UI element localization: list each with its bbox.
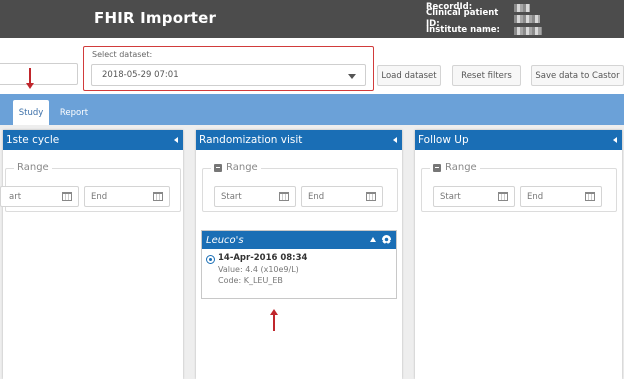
collapse-icon[interactable] [393,137,397,143]
calendar-icon[interactable] [279,192,289,201]
range-label: Range [226,162,258,173]
tab-report[interactable]: Report [55,100,93,125]
redacted-value [514,3,530,12]
panel-header: Follow Up [415,130,622,150]
range-end-input[interactable]: End [301,186,383,207]
range-end-input[interactable]: End [520,186,602,207]
range-start-input[interactable]: Start [214,186,296,207]
observation-entry[interactable]: 14-Apr-2016 08:34 Value: 4.4 (x10e9/L) C… [202,249,396,286]
calendar-icon[interactable] [62,192,72,201]
range-legend: Range [211,162,261,173]
range-filter: Range Start End [202,162,398,212]
calendar-icon[interactable] [498,192,508,201]
tab-study[interactable]: Study [13,100,49,125]
panel-title: Randomization visit [199,134,303,146]
end-placeholder: End [91,192,108,202]
left-filter-input[interactable] [0,63,78,85]
range-end-input[interactable]: End [84,186,170,207]
gear-icon[interactable] [382,235,391,244]
app-title: FHIR Importer [94,9,217,27]
redacted-value [514,15,540,24]
annotation-arrow-down [26,68,34,89]
range-legend: Range [14,162,52,173]
calendar-icon[interactable] [585,192,595,201]
minus-icon[interactable] [433,163,441,172]
start-placeholder: art [9,192,22,202]
card-header: Leuco's [202,231,396,249]
observation-card: Leuco's 14-Apr-2016 08:34 Value: 4.4 (x1… [201,230,397,299]
panel-1ste-cycle: 1ste cycle Range art End [0,130,183,379]
save-to-castor-button[interactable]: Save data to Castor [531,65,624,86]
dataset-label: Select dataset: [92,50,153,59]
chevron-down-icon [348,74,356,79]
dataset-selected-value: 2018-05-29 07:01 [102,70,179,80]
dataset-select[interactable]: 2018-05-29 07:01 [91,64,366,86]
controls-bar: Select dataset: 2018-05-29 07:01 Load da… [0,38,624,94]
range-start-input[interactable]: art [0,186,79,207]
range-filter: Range Start End [421,162,617,212]
app-header: FHIR Importer RecordId: Clinical patient… [0,0,624,38]
collapse-icon[interactable] [174,137,178,143]
panel-title: Follow Up [418,134,469,146]
range-label: Range [445,162,477,173]
panel-title: 1ste cycle [6,134,60,146]
collapse-icon[interactable] [613,137,617,143]
calendar-icon[interactable] [153,192,163,201]
chevron-up-icon[interactable] [370,237,376,242]
panel-randomization-visit: Randomization visit Range Start End Leuc… [196,130,402,379]
card-title: Leuco's [206,234,244,246]
redacted-value [514,26,542,35]
range-legend: Range [430,162,480,173]
tab-bar: Study Report [0,94,624,125]
calendar-icon[interactable] [366,192,376,201]
end-placeholder: End [527,192,544,202]
range-start-input[interactable]: Start [433,186,515,207]
start-placeholder: Start [221,192,242,202]
annotation-arrow-up [270,309,278,331]
minus-icon[interactable] [214,163,222,172]
radio-selected-icon[interactable] [206,255,215,264]
patient-meta: RecordId: Clinical patient ID: Institute… [426,2,542,37]
observation-code: Code: K_LEU_EB [218,276,283,285]
meta-institute-name: Institute name: [426,25,542,37]
meta-label: Institute name: [426,25,500,35]
observation-value: Value: 4.4 (x10e9/L) [218,265,299,274]
panel-header: Randomization visit [196,130,402,150]
end-placeholder: End [308,192,325,202]
range-label: Range [17,162,49,173]
dataset-selector-highlight: Select dataset: 2018-05-29 07:01 [83,46,374,91]
panel-header: 1ste cycle [3,130,183,150]
range-filter: Range art End [0,162,181,212]
load-dataset-button[interactable]: Load dataset [377,65,441,86]
start-placeholder: Start [440,192,461,202]
reset-filters-button[interactable]: Reset filters [452,65,521,86]
meta-clinical-patient-id: Clinical patient ID: [426,8,542,29]
panel-follow-up: Follow Up Range Start End [415,130,622,379]
observation-date: 14-Apr-2016 08:34 [218,253,308,263]
